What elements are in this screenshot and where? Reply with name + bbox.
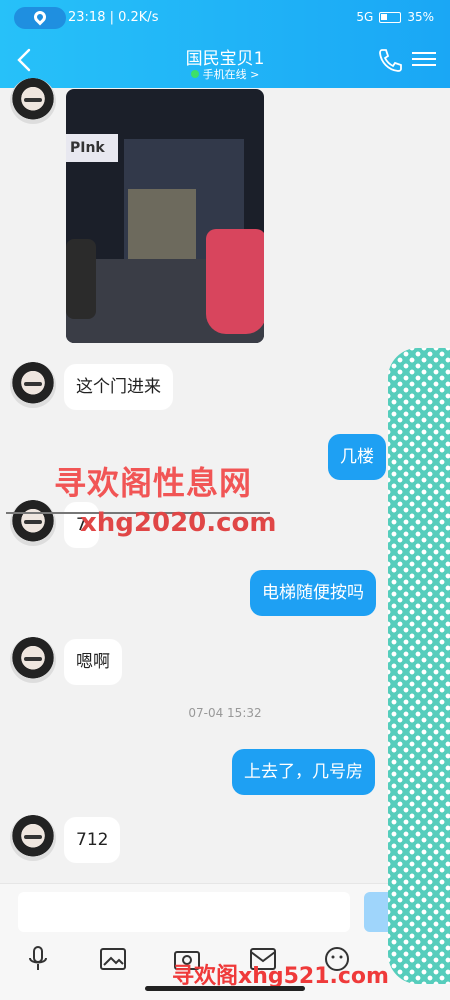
message-bubble-received[interactable]: 712: [64, 817, 121, 863]
menu-line: [412, 58, 436, 60]
location-icon: [31, 8, 49, 26]
contact-avatar[interactable]: [10, 78, 56, 124]
message-bubble-sent[interactable]: 几楼: [328, 434, 386, 480]
avatar-face: [24, 657, 42, 661]
online-dot-icon: [190, 70, 199, 78]
avatar-face: [24, 382, 42, 386]
menu-line: [412, 52, 436, 54]
status-bar: 23:18 | 0.2K/s 5G 35%: [0, 6, 450, 32]
photo-sign: PInk: [66, 134, 118, 162]
location-pill[interactable]: [14, 7, 66, 29]
photo-icon[interactable]: [98, 944, 128, 974]
message-bubble-received[interactable]: 嗯啊: [64, 639, 122, 685]
battery-icon: [379, 11, 402, 23]
message-bubble-sent[interactable]: 电梯随便按吗: [250, 570, 376, 616]
avatar-face: [24, 835, 42, 839]
network-label: 5G: [356, 10, 374, 24]
photo-scooter-left: [66, 239, 96, 319]
message-input[interactable]: [18, 892, 350, 932]
menu-button[interactable]: [412, 48, 436, 72]
phone-icon: [379, 49, 402, 72]
watermark-url: xhg2020.com: [80, 508, 277, 538]
decorative-dots-panel: [388, 348, 450, 984]
message-bubble-sent[interactable]: 上去了，几号房: [232, 749, 375, 795]
home-indicator[interactable]: [145, 986, 305, 991]
contact-avatar[interactable]: [10, 637, 56, 683]
online-status-label: 手机在线 >: [202, 68, 260, 81]
chat-header: 23:18 | 0.2K/s 5G 35% 国民宝贝1 手机在线 >: [0, 0, 450, 88]
message-bubble-received[interactable]: 这个门进来: [64, 364, 173, 410]
mic-icon[interactable]: [23, 944, 53, 974]
avatar-face: [24, 98, 42, 102]
photo-door: [128, 189, 196, 267]
avatar-face: [24, 520, 42, 524]
call-button[interactable]: [376, 46, 404, 74]
contact-avatar[interactable]: [10, 362, 56, 408]
photo-scooter-right: [206, 229, 264, 334]
contact-avatar[interactable]: [10, 500, 56, 546]
status-indicators: 5G 35%: [356, 10, 434, 24]
message-photo[interactable]: PInk: [66, 89, 264, 343]
status-time: 23:18 | 0.2K/s: [68, 10, 159, 25]
watermark-text: 寻欢阁性息网: [54, 464, 253, 502]
message-timestamp: 07-04 15:32: [188, 706, 262, 720]
battery-percent: 35%: [407, 10, 434, 24]
menu-line: [412, 64, 436, 66]
contact-avatar[interactable]: [10, 815, 56, 861]
